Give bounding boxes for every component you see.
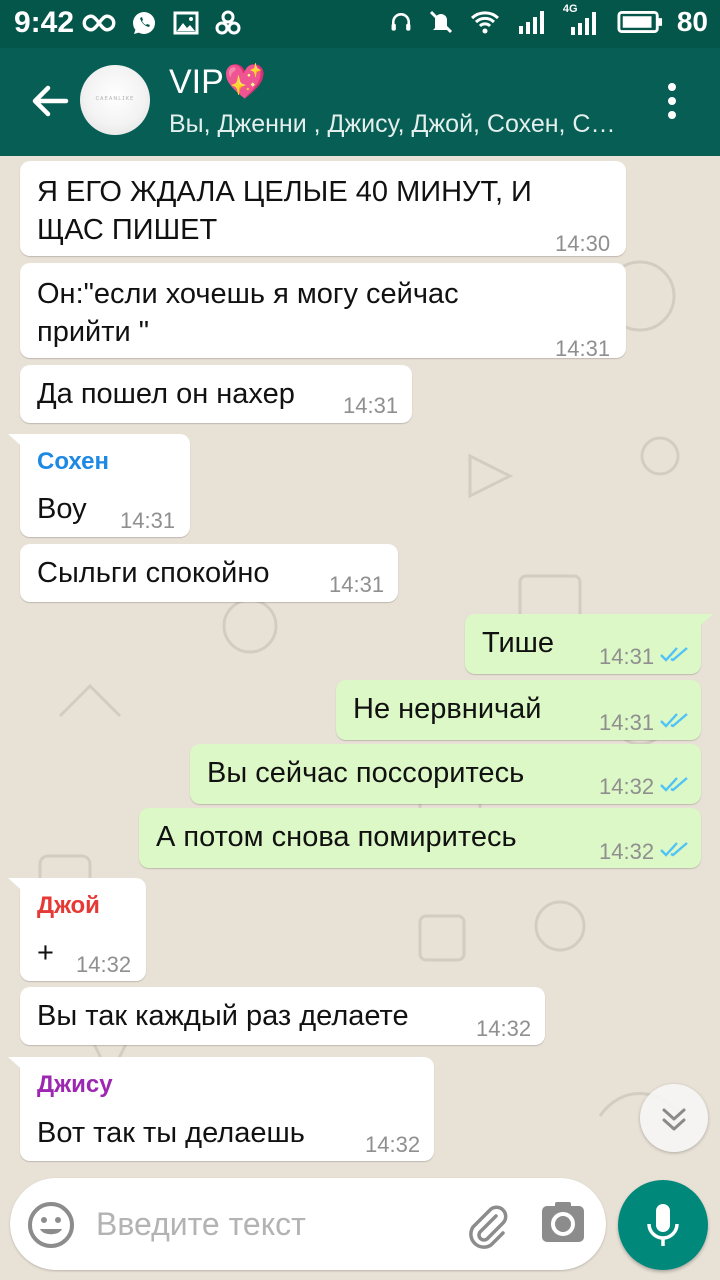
message-time: 14:30 [555,231,611,256]
microphone-icon [647,1204,679,1246]
message-text: + [37,937,54,969]
chat-header: ᴄᴀᴇᴀɴʟɪᴋᴇ VIP💖 Вы, Дженни , Джису, Джой,… [0,48,720,156]
message-time: 14:32 [599,774,655,799]
sender-name[interactable]: Джису [37,1071,113,1099]
message-text: Сыльги спокойно [37,557,270,589]
scroll-to-bottom-button[interactable] [640,1084,708,1152]
group-members-list[interactable]: Вы, Дженни , Джису, Джой, Сохен, С… [169,110,639,139]
camera-icon[interactable] [540,1200,586,1246]
message-time: 14:32 [476,1016,532,1041]
message-time: 14:31 [343,393,399,418]
group-avatar[interactable]: ᴄᴀᴇᴀɴʟɪᴋᴇ [80,65,150,135]
message-text: Он:"если хочешь я могу сейчас прийти " [37,275,459,351]
back-arrow-icon[interactable] [26,78,72,124]
message-bubble[interactable]: Он:"если хочешь я могу сейчас прийти " 1… [20,263,626,361]
message-bubble[interactable]: Джису Вот так ты делаешь 14:32 [8,1057,434,1161]
bubble-tail [693,614,713,632]
message-line: прийти " [37,316,150,348]
message-list[interactable]: Я ЕГО ЖДАЛА ЦЕЛЫЕ 40 МИНУТ, И ЩАС ПИШЕТ … [0,156,720,1172]
message-time: 14:31 [329,572,385,597]
avatar-caption: ᴄᴀᴇᴀɴʟɪᴋᴇ [95,95,135,102]
more-options-icon[interactable] [658,78,686,124]
message-text: Вы сейчас поссоритесь [207,757,525,789]
message-text: Тише [482,627,555,659]
status-notification-icons [82,8,242,38]
message-text: Вот так ты делаешь [37,1117,305,1149]
message-line: Я ЕГО ЖДАЛА ЦЕЛЫЕ 40 МИНУТ, И [37,176,532,208]
sender-name[interactable]: Сохен [37,448,109,476]
message-bubble[interactable]: Не нервничай 14:31 [336,680,701,740]
message-time: 14:32 [365,1132,421,1157]
status-bar: 9:42 4G 80 [0,0,720,48]
battery-icon [617,10,662,34]
message-bubble[interactable]: Вы так каждый раз делаете 14:32 [20,987,545,1045]
message-time: 14:31 [120,508,176,533]
paperclip-icon[interactable] [462,1200,512,1250]
signal-icon [518,11,544,34]
infinity-icon [82,14,116,32]
message-bubble[interactable]: Сыльги спокойно 14:31 [20,544,398,602]
message-time: 14:32 [76,952,132,977]
message-bubble[interactable]: А потом снова помиритесь 14:32 [139,808,701,868]
message-text: Воу [37,493,87,525]
bubble-tail [8,878,28,896]
bubble-tail [8,434,28,452]
message-input[interactable] [96,1198,436,1250]
whatsapp-icon [133,12,155,34]
message-bubble[interactable]: Тише 14:31 [465,614,713,674]
headset-icon [391,13,411,31]
message-text: Вы так каждый раз делаете [37,1000,409,1032]
message-text: Да пошел он нахер [37,378,295,410]
group-title[interactable]: VIP💖 [169,62,266,102]
read-ticks-icon [660,842,688,857]
sender-name[interactable]: Джой [37,892,100,920]
read-ticks-icon [660,647,688,662]
status-system-icons: 4G 80 [389,3,708,38]
message-bubble[interactable]: Да пошел он нахер 14:31 [20,365,412,423]
wifi-icon [470,11,499,34]
message-text: А потом снова помиритесь [156,821,517,853]
read-ticks-icon [660,777,688,792]
read-ticks-icon [660,713,688,728]
message-bubble[interactable]: Я ЕГО ЖДАЛА ЦЕЛЫЕ 40 МИНУТ, И ЩАС ПИШЕТ … [20,161,626,256]
emoji-icon[interactable] [26,1200,76,1250]
group-title-text: VIP💖 [169,63,267,101]
message-bubble[interactable]: Джой + 14:32 [8,878,146,981]
battery-level: 80 [676,6,708,37]
signal-4g-icon: 4G [563,3,603,37]
voice-record-button[interactable] [618,1180,708,1270]
message-line: ЩАС ПИШЕТ [37,214,218,246]
message-time: 14:31 [555,336,611,361]
status-time: 9:42 [14,6,75,39]
message-bubble[interactable]: Сохен Воу 14:31 [8,434,190,537]
gallery-icon [173,11,199,35]
message-time: 14:31 [599,710,655,735]
message-time: 14:31 [599,644,655,669]
message-line: Он:"если хочешь я могу сейчас [37,278,459,310]
mute-icon [429,10,452,34]
bubble-tail [8,1057,28,1075]
message-bubble[interactable]: Вы сейчас поссоритесь 14:32 [190,744,701,804]
sync-icon [215,10,241,35]
message-time: 14:32 [599,839,655,864]
double-chevron-down-icon [662,1108,686,1131]
message-text: Я ЕГО ЖДАЛА ЦЕЛЫЕ 40 МИНУТ, И ЩАС ПИШЕТ [37,173,532,249]
message-composer [10,1178,606,1270]
message-text: Не нервничай [353,693,542,725]
